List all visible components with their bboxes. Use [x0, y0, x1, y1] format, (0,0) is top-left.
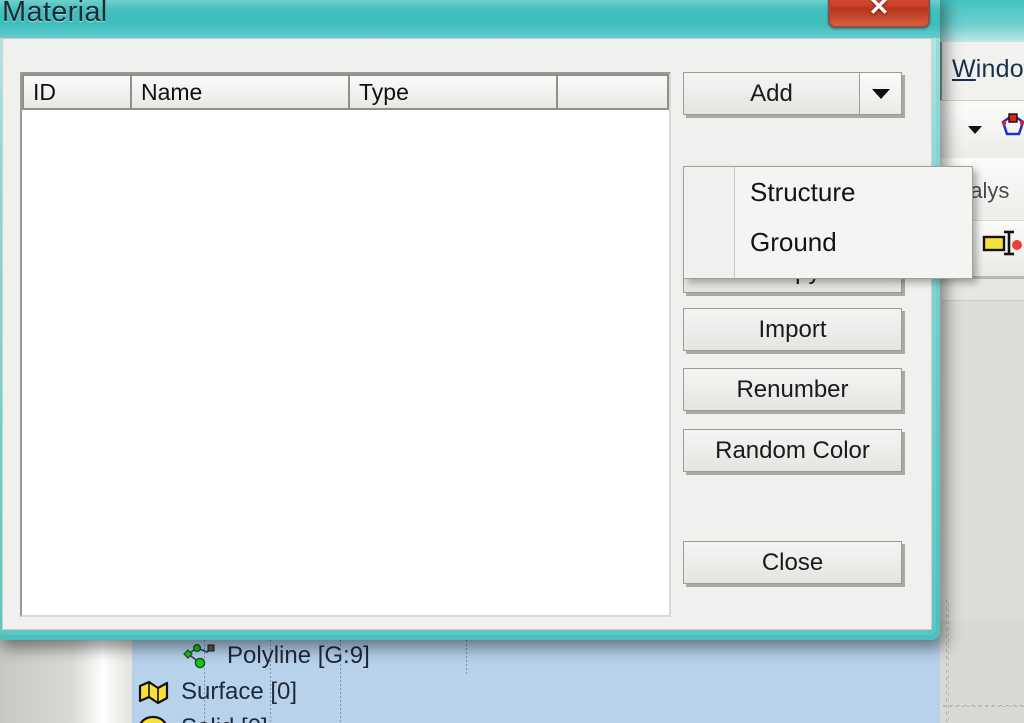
model-tree-left-gutter: [0, 636, 132, 723]
add-split-button[interactable]: Add: [683, 72, 902, 115]
column-header-id[interactable]: ID: [22, 74, 132, 110]
tree-item-label: Solid [0]: [181, 714, 268, 723]
screen-root: Window nalys: [0, 0, 1024, 723]
column-header-name[interactable]: Name: [132, 74, 350, 110]
background-right-lower-panel-inner: [942, 300, 1024, 621]
material-list-rows[interactable]: [22, 110, 669, 615]
polyline-icon: [183, 643, 217, 669]
chevron-down-icon: [871, 88, 890, 99]
dialog-body: ID Name Type Add Structure Ground Import…: [2, 38, 973, 630]
tree-item-label: Polyline [G:9]: [227, 642, 370, 669]
random-color-button[interactable]: Random Color: [683, 429, 902, 472]
column-header-extra[interactable]: [558, 74, 669, 110]
solid-icon: [137, 715, 171, 723]
node-element-icon[interactable]: [1000, 112, 1024, 138]
renumber-button[interactable]: Renumber: [683, 368, 902, 411]
menu-item-structure[interactable]: Structure: [684, 167, 972, 217]
menu-window-mnemonic: W: [952, 55, 976, 83]
add-dropdown-menu[interactable]: Structure Ground: [683, 166, 973, 279]
add-dropdown-toggle[interactable]: [859, 72, 902, 115]
tree-item-surface[interactable]: Surface [0]: [137, 678, 297, 706]
close-window-button[interactable]: ✕: [828, 0, 930, 28]
column-header-type[interactable]: Type: [350, 74, 558, 110]
add-button[interactable]: Add: [683, 72, 859, 115]
menu-window[interactable]: Window: [952, 55, 1024, 84]
close-button[interactable]: Close: [683, 541, 902, 584]
title-bar-ghost-text: [124, 0, 132, 29]
tree-guide-line: [466, 636, 467, 676]
dialog-title-bar[interactable]: Material ✕: [0, 0, 940, 38]
title-bar-sheen: [0, 0, 940, 10]
surface-icon: [137, 679, 171, 705]
material-dialog: Material ✕ ID Name Type Add Structure Gr…: [0, 0, 973, 640]
chevron-down-icon[interactable]: [968, 126, 982, 134]
menu-window-rest: indow: [975, 55, 1024, 83]
background-right-titlebar-strip: [940, 0, 1024, 42]
dialog-title: Material: [2, 0, 108, 28]
menu-item-ground[interactable]: Ground: [684, 217, 972, 267]
tree-item-label: Surface [0]: [181, 678, 298, 705]
tree-item-polyline[interactable]: Polyline [G:9]: [183, 642, 370, 670]
material-list-header: ID Name Type: [22, 74, 669, 110]
model-tree-panel: Polyline [G:9] Surface [0]: [0, 636, 940, 723]
material-list[interactable]: ID Name Type: [20, 72, 671, 617]
close-x-icon: ✕: [868, 0, 890, 21]
import-button[interactable]: Import: [683, 308, 902, 351]
tree-item-solid[interactable]: Solid [0]: [137, 714, 268, 723]
text-marker-icon[interactable]: [982, 228, 1024, 258]
